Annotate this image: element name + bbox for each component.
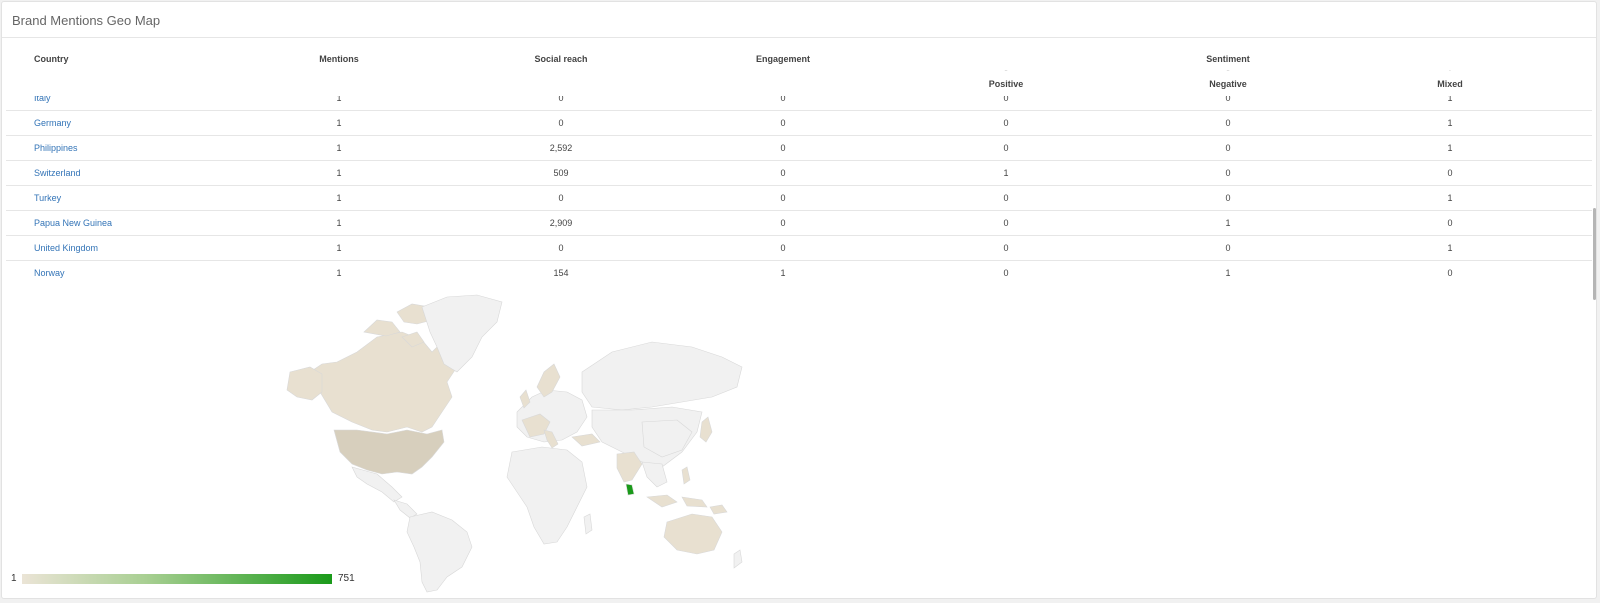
table-row: Philippines 1 2,592 0 0 0 1 [6, 136, 1592, 161]
table-row: Switzerland 1 509 0 1 0 0 [6, 161, 1592, 186]
legend-max-label: 751 [338, 573, 355, 584]
cell-negative: 1 [1225, 268, 1231, 278]
panel-header: Brand Mentions Geo Map [2, 2, 1596, 38]
header-engagement[interactable]: Engagement [756, 54, 810, 64]
map-region-canada[interactable] [309, 331, 458, 433]
cell-engagement: 0 [780, 218, 786, 228]
cell-positive: 0 [1003, 193, 1009, 203]
country-link[interactable]: Papua New Guinea [34, 218, 112, 228]
cell-social-reach: 2,592 [549, 143, 573, 153]
table-row: Norway 1 154 1 0 1 0 [6, 261, 1592, 286]
cell-mixed: 0 [1447, 218, 1453, 228]
cell-negative: 0 [1225, 118, 1231, 128]
legend-min-label: 1 [11, 573, 17, 584]
map-region-indonesia[interactable] [646, 494, 708, 508]
cell-positive: 0 [1003, 268, 1009, 278]
cell-negative: 0 [1225, 243, 1231, 253]
panel-title: Brand Mentions Geo Map [12, 13, 161, 28]
header-mentions[interactable]: Mentions [319, 54, 359, 64]
cell-social-reach: 154 [553, 268, 569, 278]
cell-negative: 0 [1225, 193, 1231, 203]
table-row: Turkey 1 0 0 0 0 1 [6, 186, 1592, 211]
cell-mentions: 1 [336, 118, 342, 128]
cell-mixed: 0 [1447, 168, 1453, 178]
map-region-central-america[interactable] [393, 499, 418, 519]
cell-positive: 0 [1003, 218, 1009, 228]
country-link[interactable]: Philippines [34, 143, 78, 153]
cell-social-reach: 509 [553, 168, 569, 178]
country-link[interactable]: United Kingdom [34, 243, 98, 253]
cell-negative: 1 [1225, 218, 1231, 228]
cell-mentions: 1 [336, 243, 342, 253]
map-region-sri-lanka[interactable] [625, 483, 635, 496]
country-link[interactable]: Germany [34, 118, 71, 128]
cell-mentions: 1 [336, 143, 342, 153]
cell-mixed: 1 [1447, 118, 1453, 128]
table-row: Papua New Guinea 1 2,909 0 0 1 0 [6, 211, 1592, 236]
country-link[interactable]: Turkey [34, 193, 61, 203]
map-region-new-zealand[interactable] [733, 549, 743, 569]
cell-positive: 0 [1003, 243, 1009, 253]
cell-mixed: 1 [1447, 193, 1453, 203]
header-positive[interactable]: Positive [989, 79, 1024, 89]
map-region-turkey[interactable] [571, 433, 601, 447]
header-social-reach[interactable]: Social reach [534, 54, 587, 64]
cell-negative: 0 [1225, 143, 1231, 153]
cell-engagement: 0 [780, 118, 786, 128]
cell-mixed: 1 [1447, 243, 1453, 253]
world-map[interactable] [282, 292, 762, 597]
cell-engagement: 1 [780, 268, 786, 278]
legend-color-scale [22, 574, 332, 584]
cell-mentions: 1 [336, 268, 342, 278]
cell-social-reach: 2,909 [549, 218, 573, 228]
cell-positive: 0 [1003, 143, 1009, 153]
map-region-alaska[interactable] [286, 366, 323, 401]
map-region-usa[interactable] [333, 429, 445, 475]
cell-social-reach: 0 [558, 193, 564, 203]
header-country[interactable]: Country [34, 54, 69, 64]
country-link[interactable]: Switzerland [34, 168, 81, 178]
map-region-africa[interactable] [506, 446, 588, 545]
map-region-philippines[interactable] [681, 466, 691, 485]
cell-positive: 0 [1003, 118, 1009, 128]
cell-engagement: 0 [780, 143, 786, 153]
sort-indicator: .. [1004, 67, 1008, 73]
map-region-australia[interactable] [663, 513, 723, 555]
table-header: Country Mentions Social reach Engagement… [2, 38, 1592, 96]
cell-mixed: 0 [1447, 268, 1453, 278]
country-link[interactable]: Norway [34, 268, 65, 278]
header-sentiment: Sentiment [1206, 54, 1250, 64]
cell-negative: 0 [1225, 168, 1231, 178]
cell-positive: 1 [1003, 168, 1009, 178]
cell-engagement: 0 [780, 168, 786, 178]
map-region-south-america[interactable] [406, 511, 473, 593]
cell-engagement: 0 [780, 193, 786, 203]
cell-mixed: 1 [1447, 143, 1453, 153]
cell-mentions: 1 [336, 168, 342, 178]
cell-social-reach: 0 [558, 243, 564, 253]
sort-indicator: . [1449, 67, 1451, 73]
cell-mentions: 1 [336, 193, 342, 203]
map-region-japan[interactable] [699, 416, 713, 443]
cell-social-reach: 0 [558, 118, 564, 128]
map-region-russia[interactable] [581, 341, 743, 411]
table-row: United Kingdom 1 0 0 0 0 1 [6, 236, 1592, 261]
sort-indicator: .. [1226, 67, 1230, 73]
geo-map-panel: Brand Mentions Geo Map Country Mentions … [1, 1, 1597, 599]
scrollbar-thumb[interactable] [1593, 208, 1596, 300]
map-region-madagascar[interactable] [583, 513, 593, 535]
cell-engagement: 0 [780, 243, 786, 253]
map-region-papua-new-guinea[interactable] [709, 504, 728, 515]
mentions-table[interactable]: Country Mentions Social reach Engagement… [2, 38, 1592, 288]
cell-mentions: 1 [336, 218, 342, 228]
table-row: Germany 1 0 0 0 0 1 [6, 111, 1592, 136]
header-negative[interactable]: Negative [1209, 79, 1247, 89]
header-mixed[interactable]: Mixed [1437, 79, 1463, 89]
